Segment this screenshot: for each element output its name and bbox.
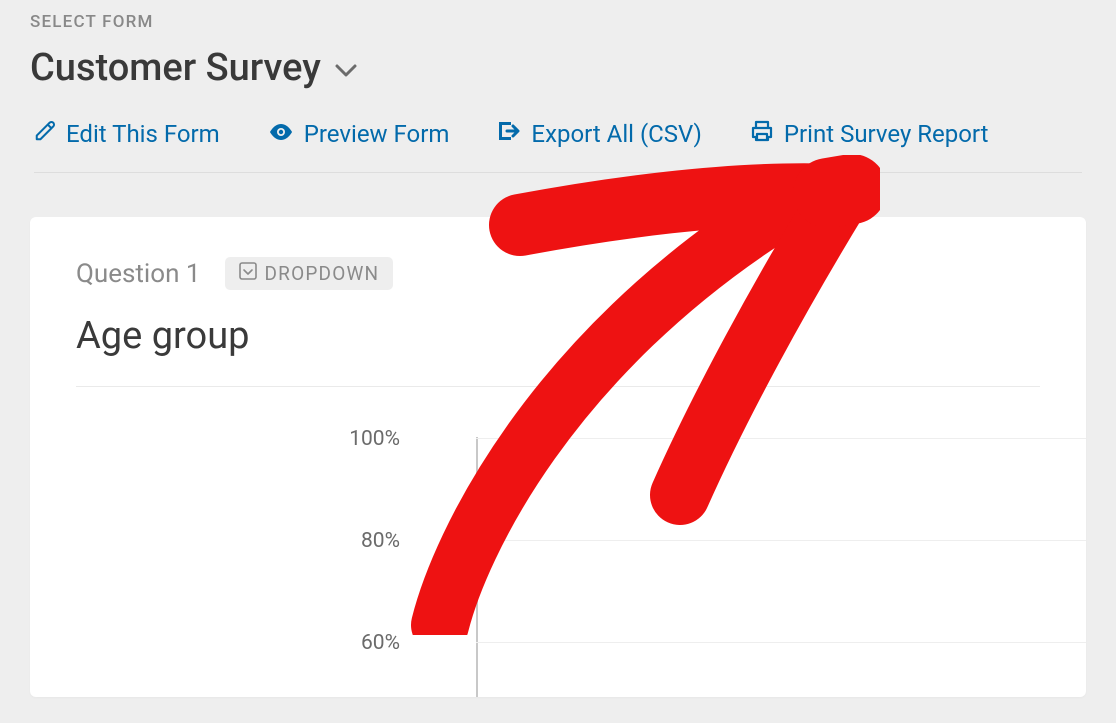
question-type-label: DROPDOWN (265, 262, 380, 285)
print-report-link[interactable]: Print Survey Report (750, 120, 989, 148)
y-tick-100: 100% (336, 427, 400, 451)
dropdown-icon (239, 262, 257, 285)
print-report-label: Print Survey Report (784, 120, 989, 148)
question-card: Question 1 DROPDOWN Age group 100% 80% 6… (30, 217, 1086, 697)
form-title: Customer Survey (30, 46, 321, 90)
form-selector[interactable]: Customer Survey (30, 46, 1086, 90)
question-number: Question 1 (76, 259, 201, 289)
y-tick-60: 60% (336, 631, 400, 655)
select-form-label: SELECT FORM (30, 12, 1086, 32)
action-bar: Edit This Form Preview Form Export All (… (34, 120, 1082, 173)
preview-form-link[interactable]: Preview Form (268, 120, 450, 148)
eye-icon (268, 120, 294, 148)
pencil-icon (34, 120, 56, 148)
edit-form-label: Edit This Form (66, 120, 220, 148)
preview-form-label: Preview Form (304, 120, 450, 148)
export-icon (497, 120, 521, 148)
gridline (476, 438, 1086, 439)
gridline (476, 642, 1086, 643)
print-icon (750, 120, 774, 148)
question-title: Age group (76, 314, 1040, 387)
y-axis-line (476, 437, 478, 697)
export-csv-label: Export All (CSV) (531, 120, 701, 148)
question-type-badge: DROPDOWN (225, 257, 394, 290)
y-tick-80: 80% (336, 529, 400, 553)
gridline (476, 540, 1086, 541)
chevron-down-icon (335, 64, 357, 78)
export-csv-link[interactable]: Export All (CSV) (497, 120, 701, 148)
edit-form-link[interactable]: Edit This Form (34, 120, 220, 148)
